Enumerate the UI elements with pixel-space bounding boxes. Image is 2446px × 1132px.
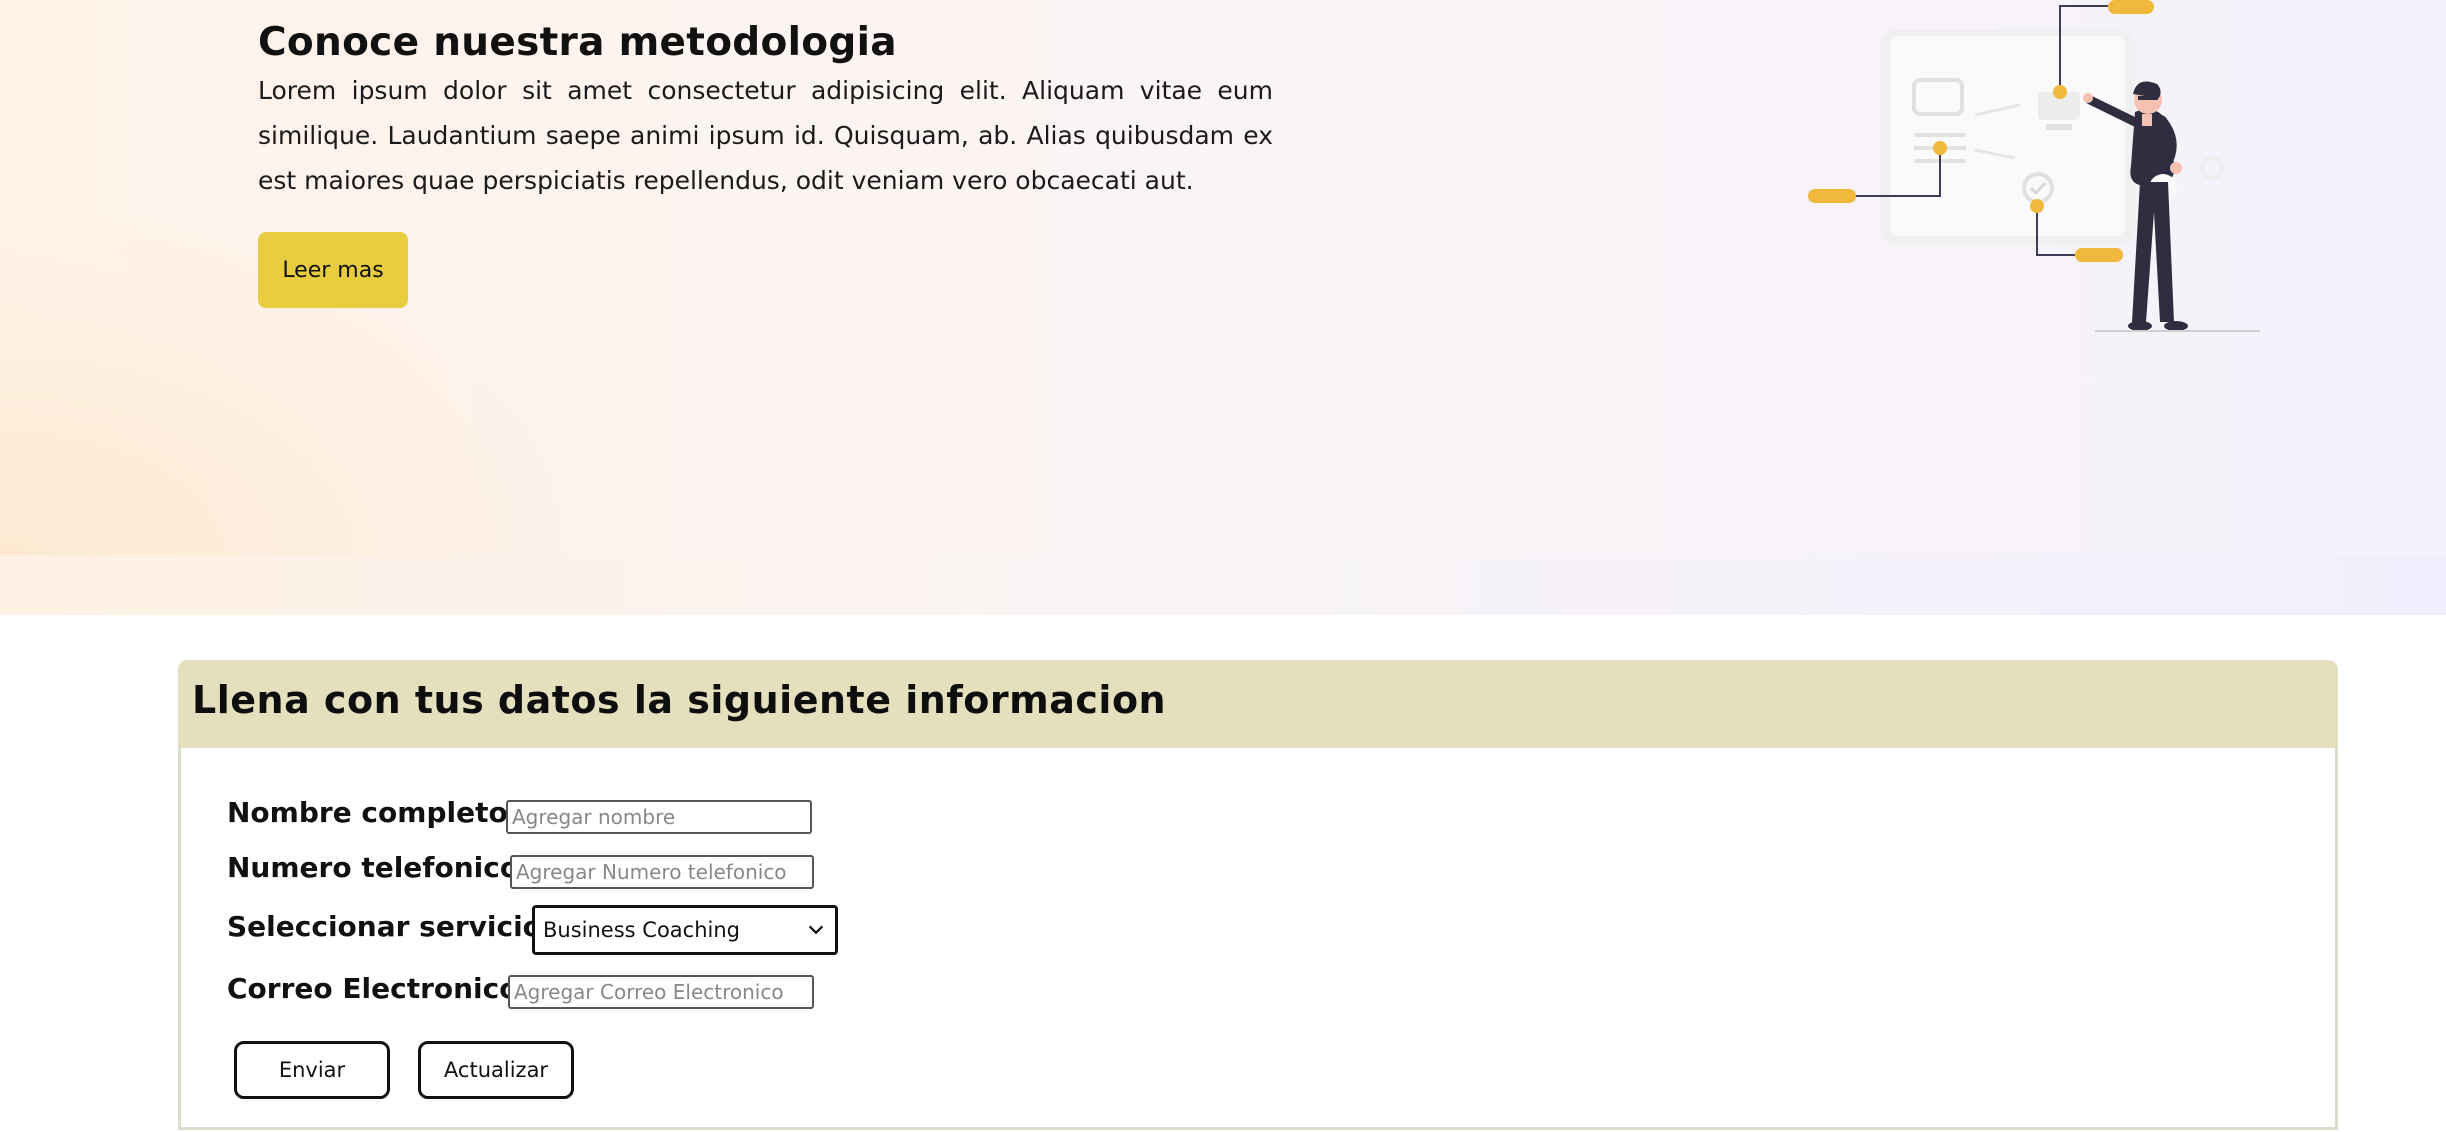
hero-bottom-band	[0, 555, 2446, 615]
contact-form: Llena con tus datos la siguiente informa…	[178, 660, 2338, 1130]
name-input[interactable]	[506, 800, 812, 834]
chevron-down-icon	[808, 925, 824, 935]
phone-input[interactable]	[510, 855, 814, 889]
phone-label: Numero telefonico	[227, 851, 520, 884]
service-label: Seleccionar servicio	[227, 910, 542, 943]
presentation-illustration	[1808, 0, 2260, 332]
service-select-value: Business Coaching	[543, 918, 740, 942]
name-label: Nombre completo	[227, 796, 508, 829]
submit-button[interactable]: Enviar	[234, 1041, 390, 1099]
email-input[interactable]	[508, 975, 814, 1009]
service-select[interactable]: Business Coaching	[532, 905, 838, 955]
form-title: Llena con tus datos la siguiente informa…	[192, 678, 1167, 722]
form-header: Llena con tus datos la siguiente informa…	[178, 660, 2338, 748]
hero-title: Conoce nuestra metodologia	[258, 20, 897, 65]
reset-button[interactable]: Actualizar	[418, 1041, 574, 1099]
read-more-button[interactable]: Leer mas	[258, 232, 408, 308]
email-label: Correo Electronico	[227, 972, 519, 1005]
hero-paragraph: Lorem ipsum dolor sit amet consectetur a…	[258, 76, 1273, 195]
